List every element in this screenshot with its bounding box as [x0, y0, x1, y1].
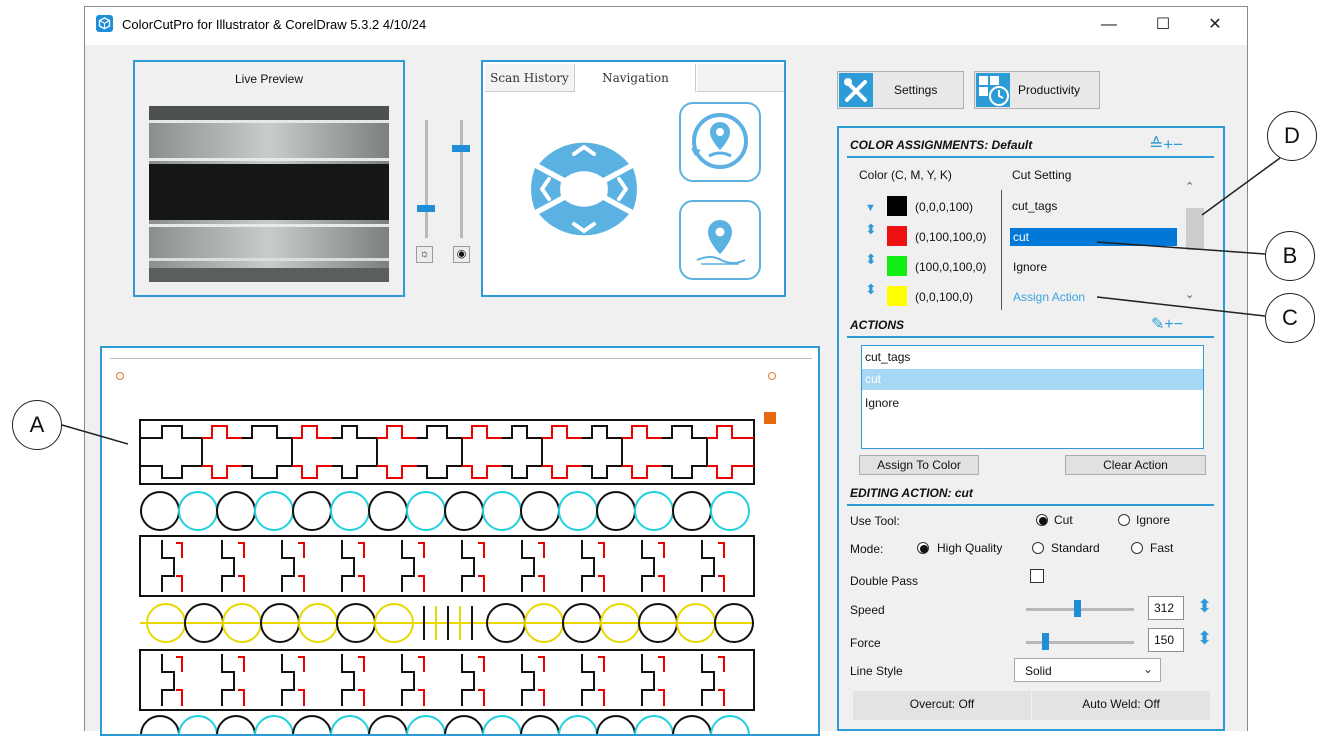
actions-header: ACTIONS [850, 318, 904, 332]
live-preview-title: Live Preview [234, 72, 304, 86]
go-to-location-button[interactable] [679, 200, 761, 280]
brightness-slider-thumb[interactable] [417, 205, 435, 212]
speed-input[interactable]: 312 [1148, 596, 1184, 620]
use-tool-label: Use Tool: [850, 514, 900, 528]
action-item-selected[interactable]: cut [862, 369, 1203, 390]
force-slider-thumb[interactable] [1042, 633, 1049, 650]
speed-label: Speed [850, 603, 885, 617]
settings-button[interactable]: Settings [837, 71, 964, 109]
close-button[interactable]: ✕ [1192, 10, 1238, 40]
settings-label: Settings [894, 83, 938, 97]
brightness-slider-track[interactable] [425, 120, 428, 238]
contrast-slider-track[interactable] [460, 120, 463, 238]
right-panel: COLOR ASSIGNMENTS: Default ≙+− Color (C,… [837, 126, 1225, 731]
cut-setting-column-header: Cut Setting [1012, 168, 1072, 182]
double-pass-checkbox[interactable] [1030, 569, 1044, 583]
reorder-icon[interactable]: ⬍ [865, 222, 877, 236]
scroll-up-icon[interactable]: ⌃ [1185, 180, 1194, 193]
clear-action-button[interactable]: Clear Action [1065, 455, 1206, 475]
camera-preview-image [149, 106, 389, 282]
assign-action-link[interactable]: Assign Action [1013, 290, 1085, 304]
line-style-value: Solid [1025, 664, 1052, 678]
reorder-icon[interactable]: ⬍ [865, 282, 877, 296]
productivity-button[interactable]: Productivity [974, 71, 1100, 109]
double-pass-label: Double Pass [850, 574, 919, 588]
mode-high-quality-radio[interactable] [917, 542, 929, 554]
chevron-down-icon: ⌄ [1143, 662, 1154, 676]
color-swatch [887, 196, 907, 216]
productivity-label: Productivity [1018, 83, 1081, 97]
mode-standard-radio[interactable] [1032, 542, 1044, 554]
tool-cut-radio[interactable] [1036, 514, 1048, 526]
callout-d: D [1267, 111, 1317, 161]
force-label: Force [850, 636, 881, 650]
window-title: ColorCutPro for Illustrator & CorelDraw … [122, 17, 427, 32]
action-item[interactable]: Ignore [865, 396, 899, 410]
auto-weld-button[interactable]: Auto Weld: Off [1032, 691, 1210, 720]
minimize-button[interactable]: — [1086, 10, 1132, 40]
cut-setting-cell-selected[interactable]: cut [1010, 228, 1177, 246]
mode-fast-label: Fast [1150, 541, 1174, 555]
cut-setting-cell[interactable]: cut_tags [1012, 199, 1057, 213]
color-value: (0,0,100,0) [915, 290, 974, 304]
mode-label: Mode: [850, 542, 884, 556]
speed-stepper-icon[interactable]: ⬍ [1197, 595, 1212, 617]
set-origin-button[interactable] [679, 102, 761, 182]
settings-icon [839, 73, 873, 107]
color-value: (100,0,100,0) [915, 260, 987, 274]
brightness-icon[interactable]: ☼ [416, 246, 433, 263]
callout-c: C [1265, 293, 1315, 343]
color-assignments-header: COLOR ASSIGNMENTS: Default [850, 138, 1033, 152]
navigation-panel: Scan History Navigation [481, 60, 786, 297]
scroll-down-icon[interactable]: ⌄ [1185, 288, 1194, 301]
force-input[interactable]: 150 [1148, 628, 1184, 652]
mode-high-quality-label: High Quality [937, 541, 1003, 555]
force-stepper-icon[interactable]: ⬍ [1197, 627, 1212, 649]
color-swatch [887, 286, 907, 306]
mode-standard-label: Standard [1051, 541, 1100, 555]
color-column-header: Color (C, M, Y, K) [859, 168, 952, 182]
tool-cut-label: Cut [1054, 513, 1073, 527]
line-style-select[interactable]: Solid ⌄ [1014, 658, 1161, 682]
reorder-icon[interactable]: ⬍ [865, 252, 877, 266]
color-value: (0,0,0,100) [915, 200, 974, 214]
callout-b: B [1265, 231, 1315, 281]
line-style-label: Line Style [850, 664, 903, 678]
scrollbar-thumb[interactable] [1186, 208, 1204, 250]
live-preview-panel: Live Preview [133, 60, 405, 297]
tab-scan-history[interactable]: Scan History [485, 64, 575, 92]
artwork-canvas[interactable] [100, 346, 820, 736]
editing-action-header: EDITING ACTION: cut [850, 486, 973, 500]
tool-ignore-radio[interactable] [1118, 514, 1130, 526]
color-assignments-actions-icon[interactable]: ≙+− [1149, 135, 1183, 155]
color-value: (0,100,100,0) [915, 230, 987, 244]
color-swatch [887, 226, 907, 246]
contrast-slider-thumb[interactable] [452, 145, 470, 152]
assign-to-color-button[interactable]: Assign To Color [859, 455, 979, 475]
cut-setting-cell[interactable]: Ignore [1013, 260, 1047, 274]
productivity-icon [976, 73, 1010, 107]
overcut-button[interactable]: Overcut: Off [853, 691, 1031, 720]
actions-edit-add-remove-icon[interactable]: ✎+− [1151, 314, 1183, 334]
callout-a: A [12, 400, 62, 450]
app-logo-icon [96, 15, 113, 32]
maximize-button[interactable]: ☐ [1140, 10, 1186, 40]
speed-slider-thumb[interactable] [1074, 600, 1081, 617]
move-down-icon[interactable]: ▼ [865, 202, 876, 214]
tab-navigation[interactable]: Navigation [576, 64, 696, 92]
direction-pad[interactable] [519, 124, 649, 254]
mode-fast-radio[interactable] [1131, 542, 1143, 554]
artwork-drawing [139, 419, 755, 734]
action-item[interactable]: cut_tags [865, 350, 910, 364]
tool-ignore-label: Ignore [1136, 513, 1171, 527]
contrast-icon[interactable]: ◉ [453, 246, 470, 263]
color-swatch [887, 256, 907, 276]
actions-list[interactable]: cut_tags cut Ignore [861, 345, 1204, 449]
